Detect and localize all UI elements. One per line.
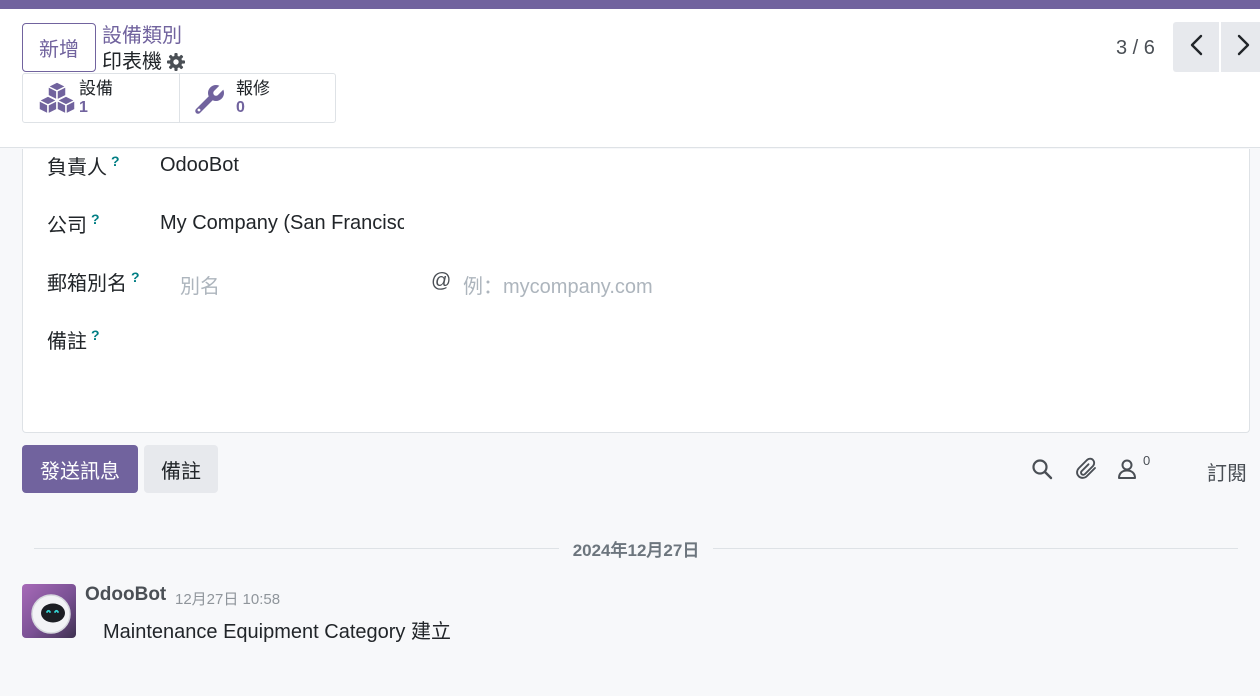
company-field[interactable]: My Company (San Francisco) [160,212,404,235]
avatar[interactable] [22,584,76,638]
maintenance-stat-label: 報修 [236,79,270,98]
maintenance-stat-button[interactable]: 報修 0 [179,74,335,122]
control-panel: 新增 設備類別 印表機 設備 1 報修 0 3 / 6 [0,9,1260,148]
send-message-button[interactable]: 發送訊息 [22,445,138,493]
equipment-stat-value: 1 [79,99,88,116]
paperclip-icon[interactable] [1075,457,1099,481]
responsible-field[interactable]: OdooBot [160,154,420,177]
chatter-topbar: 發送訊息 備註 0 訂閱 [0,445,1260,493]
chevron-right-icon [1237,34,1251,61]
date-separator-text: 2024年12月27日 [572,540,700,560]
company-help-tooltip[interactable]: ? [91,211,100,227]
followers-user-icon[interactable] [1115,457,1139,481]
responsible-label: 負責人? [47,153,120,179]
pager-value[interactable]: 3 / 6 [1116,37,1155,60]
cubes-icon [37,81,79,115]
record-title-text: 印表機 [102,51,162,73]
equipment-stat-button[interactable]: 設備 1 [23,74,179,122]
note-field[interactable] [160,325,1220,405]
message-author[interactable]: OdooBot [85,584,166,606]
email-alias-label: 郵箱別名? [47,269,140,295]
responsible-help-tooltip[interactable]: ? [111,153,120,169]
message-date: 12月27日 10:58 [175,591,281,608]
message-body: Maintenance Equipment Category 建立 [103,621,451,643]
gear-icon[interactable] [166,52,186,72]
new-button[interactable]: 新增 [22,23,96,72]
email-alias-help-tooltip[interactable]: ? [131,269,140,285]
top-navbar [0,0,1260,9]
alias-name-input[interactable]: 別名 [180,270,410,299]
note-help-tooltip[interactable]: ? [91,327,100,343]
alias-at-sign: @ [431,270,452,292]
message-date-separator: 2024年12月27日 [34,536,1239,560]
breadcrumb-equipment-category[interactable]: 設備類別 [102,23,182,49]
note-label: 備註? [47,327,100,353]
form-sheet: 負責人? OdooBot 公司? My Company (San Francis… [22,149,1250,433]
pager-previous-button[interactable] [1173,22,1219,72]
equipment-stat-label: 設備 [79,79,113,98]
pager-next-button[interactable] [1221,22,1260,72]
wrench-icon [194,81,236,115]
follow-button[interactable]: 訂閱 [1207,457,1247,486]
search-icon[interactable] [1030,457,1054,481]
alias-domain-input[interactable]: 例：mycompany.com [463,270,723,299]
log-note-button[interactable]: 備註 [144,445,218,493]
smart-buttons: 設備 1 報修 0 [22,73,336,123]
chevron-left-icon [1189,34,1203,61]
record-title: 印表機 [102,49,186,75]
company-label: 公司? [47,211,100,237]
follower-count: 0 [1143,453,1151,468]
maintenance-stat-value: 0 [236,99,245,116]
